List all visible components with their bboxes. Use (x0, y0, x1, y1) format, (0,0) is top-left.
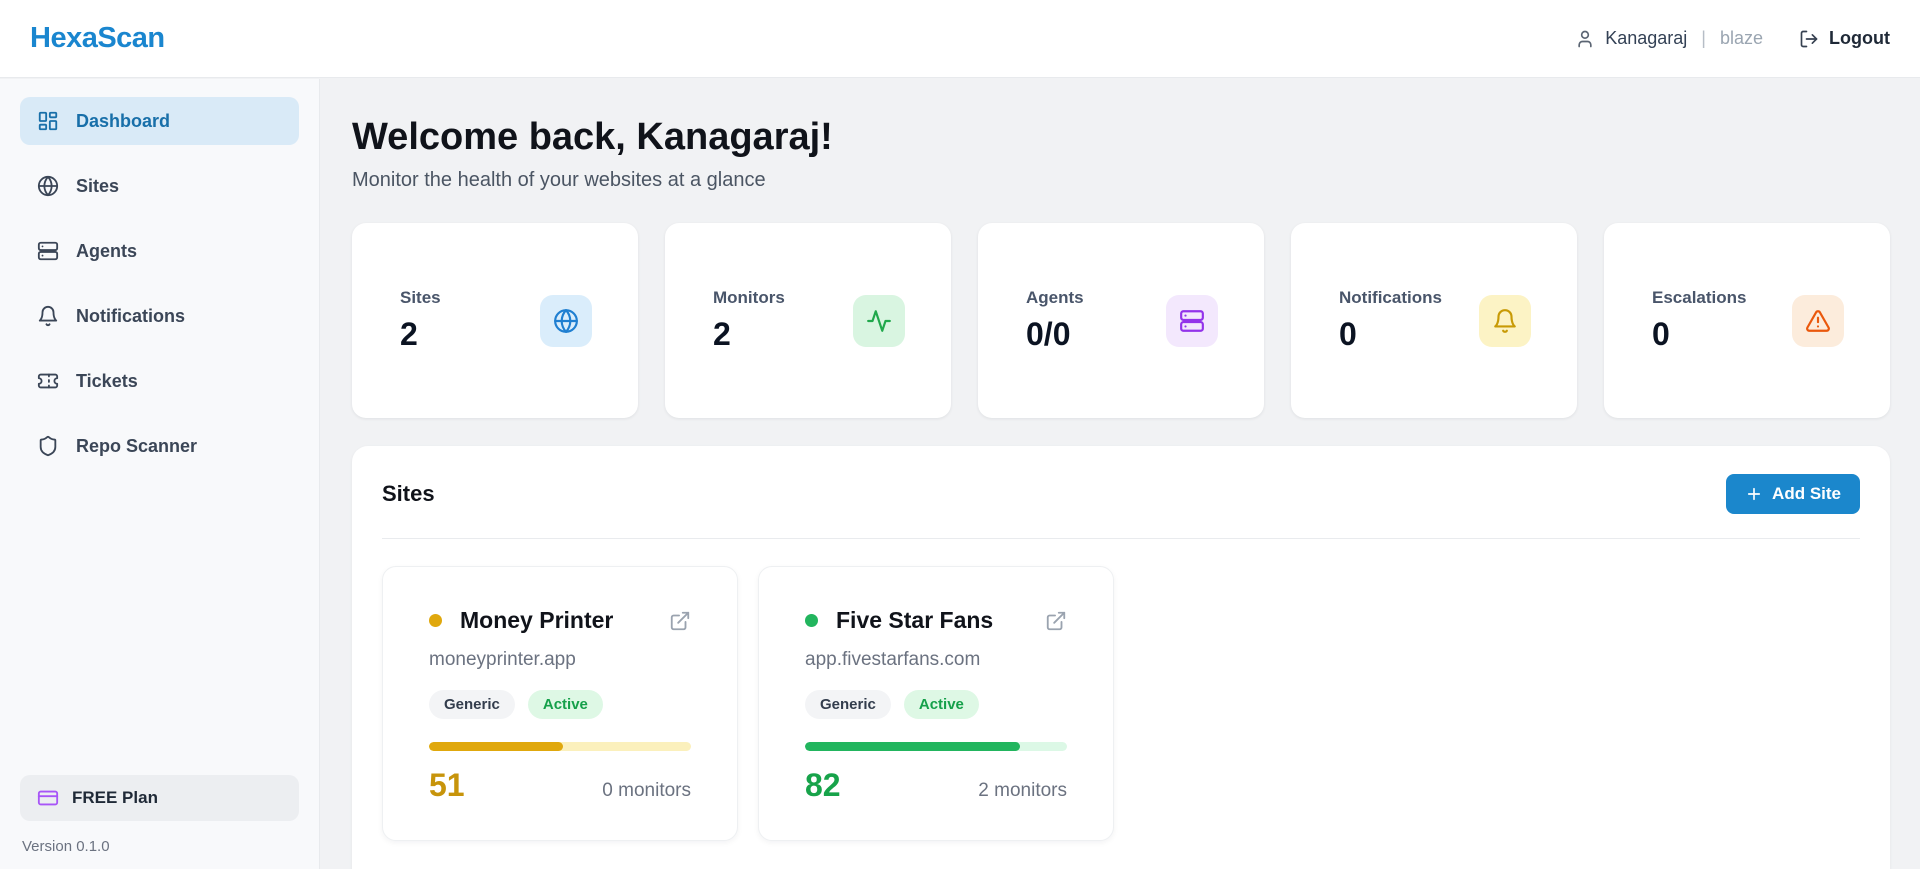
stat-card-escalations: Escalations 0 (1604, 223, 1890, 418)
sidebar-item-label: Repo Scanner (76, 436, 197, 457)
server-icon (1166, 295, 1218, 347)
site-domain: app.fivestarfans.com (805, 649, 1067, 671)
site-cards-row: Money Printer moneyprinter.app Generic A… (382, 566, 1860, 841)
server-icon (37, 240, 59, 262)
stat-value: 0 (1652, 316, 1747, 353)
globe-icon (37, 175, 59, 197)
add-site-button[interactable]: Add Site (1726, 474, 1860, 514)
user-menu[interactable]: Kanagaraj | blaze (1575, 28, 1763, 49)
health-progress-fill (805, 742, 1020, 751)
site-card-five-star-fans[interactable]: Five Star Fans app.fivestarfans.com Gene… (758, 566, 1114, 841)
dashboard-icon (37, 110, 59, 132)
add-site-label: Add Site (1772, 484, 1841, 504)
stat-card-monitors: Monitors 2 (665, 223, 951, 418)
brand-logo[interactable]: HexaScan (30, 22, 165, 55)
stat-value: 2 (400, 316, 441, 353)
stat-label: Escalations (1652, 288, 1747, 308)
logout-button[interactable]: Logout (1799, 28, 1890, 49)
sidebar-item-label: Sites (76, 176, 119, 197)
health-progress-track (429, 742, 691, 751)
page-title: Welcome back, Kanagaraj! (352, 116, 1890, 159)
stat-card-notifications: Notifications 0 (1291, 223, 1577, 418)
status-badge: Active (528, 690, 603, 719)
external-link-icon[interactable] (1045, 610, 1067, 632)
sites-panel: Sites Add Site Money Printer moneyprinte… (352, 446, 1890, 869)
ticket-icon (37, 370, 59, 392)
page-subtitle: Monitor the health of your websites at a… (352, 169, 1890, 192)
health-score: 82 (805, 767, 841, 804)
type-badge: Generic (805, 690, 891, 719)
bell-icon (1479, 295, 1531, 347)
sidebar-item-repo-scanner[interactable]: Repo Scanner (20, 422, 299, 470)
health-score: 51 (429, 767, 465, 804)
external-link-icon[interactable] (669, 610, 691, 632)
plus-icon (1745, 485, 1763, 503)
status-badge: Active (904, 690, 979, 719)
sidebar-item-label: Notifications (76, 306, 185, 327)
site-name: Money Printer (460, 607, 669, 634)
monitors-count: 0 monitors (602, 780, 691, 802)
site-domain: moneyprinter.app (429, 649, 691, 671)
stats-row: Sites 2 Monitors 2 Agents 0/0 (352, 223, 1890, 418)
stat-label: Sites (400, 288, 441, 308)
health-progress-fill (429, 742, 563, 751)
status-dot (805, 614, 818, 627)
site-name: Five Star Fans (836, 607, 1045, 634)
user-separator: | (1701, 28, 1706, 49)
stat-card-sites: Sites 2 (352, 223, 638, 418)
bell-icon (37, 305, 59, 327)
sidebar-item-label: Dashboard (76, 111, 170, 132)
stat-value: 2 (713, 316, 785, 353)
logout-label: Logout (1829, 28, 1890, 49)
stat-label: Notifications (1339, 288, 1442, 308)
sidebar-item-label: Agents (76, 241, 137, 262)
sidebar-item-dashboard[interactable]: Dashboard (20, 97, 299, 145)
stat-value: 0 (1339, 316, 1442, 353)
shield-icon (37, 435, 59, 457)
sidebar-item-agents[interactable]: Agents (20, 227, 299, 275)
version-label: Version 0.1.0 (20, 838, 299, 855)
type-badge: Generic (429, 690, 515, 719)
sidebar-item-tickets[interactable]: Tickets (20, 357, 299, 405)
workspace-name: blaze (1720, 28, 1763, 49)
stat-label: Agents (1026, 288, 1084, 308)
stat-label: Monitors (713, 288, 785, 308)
stat-card-agents: Agents 0/0 (978, 223, 1264, 418)
credit-card-icon (37, 787, 59, 809)
monitors-count: 2 monitors (978, 780, 1067, 802)
sidebar-item-label: Tickets (76, 371, 138, 392)
user-icon (1575, 29, 1595, 49)
sidebar-item-notifications[interactable]: Notifications (20, 292, 299, 340)
plan-label: FREE Plan (72, 788, 158, 808)
sidebar-item-sites[interactable]: Sites (20, 162, 299, 210)
top-header: HexaScan Kanagaraj | blaze Logout (0, 0, 1920, 78)
plan-badge[interactable]: FREE Plan (20, 775, 299, 821)
health-progress-track (805, 742, 1067, 751)
alert-triangle-icon (1792, 295, 1844, 347)
globe-icon (540, 295, 592, 347)
main-content: Welcome back, Kanagaraj! Monitor the hea… (321, 79, 1920, 869)
site-card-money-printer[interactable]: Money Printer moneyprinter.app Generic A… (382, 566, 738, 841)
user-name: Kanagaraj (1605, 28, 1687, 49)
sidebar: Dashboard Sites Agents Notifications Tic… (0, 79, 320, 869)
sites-section-title: Sites (382, 481, 435, 507)
activity-icon (853, 295, 905, 347)
status-dot (429, 614, 442, 627)
logout-icon (1799, 29, 1819, 49)
stat-value: 0/0 (1026, 316, 1084, 353)
divider (382, 538, 1860, 539)
